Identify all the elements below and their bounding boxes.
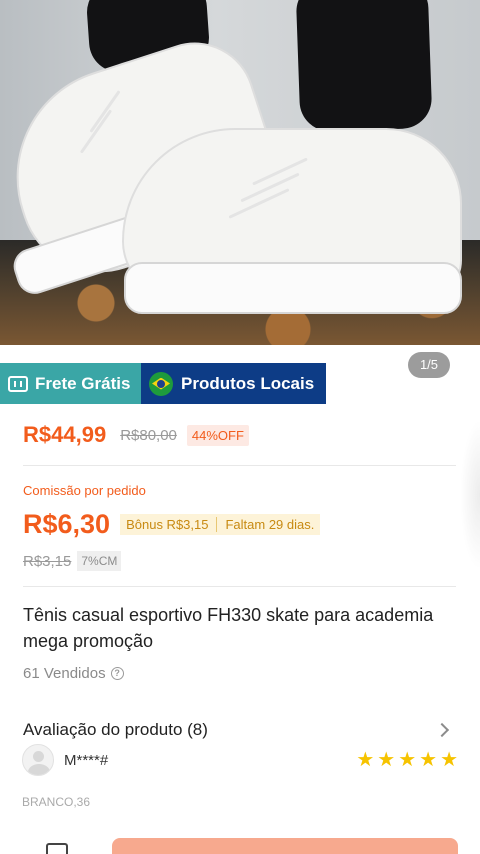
chevron-right-icon [434, 722, 450, 738]
image-counter: 1/5 [408, 352, 450, 378]
original-price: R$80,00 [120, 426, 177, 444]
star-icon: ★ [398, 749, 417, 771]
star-icon: ★ [440, 749, 458, 771]
truck-icon [8, 375, 28, 392]
review-variant: BRANCO,36 [22, 795, 91, 809]
free-shipping-badge: Frete Grátis [0, 363, 141, 404]
product-title: Tênis casual esportivo FH330 skate para … [23, 605, 434, 651]
commission-amount: R$6,30 [23, 509, 111, 539]
avatar [22, 744, 54, 776]
primary-action-button[interactable] [112, 838, 458, 854]
current-price: R$44,99 [23, 422, 107, 447]
local-products-badge: Produtos Locais [141, 363, 326, 404]
reviews-title: Avaliação do produto (8) [23, 720, 208, 739]
local-products-label: Produtos Locais [181, 373, 315, 393]
store-icon[interactable] [46, 843, 68, 854]
badge-bar: Frete Grátis Produtos Locais [0, 363, 326, 404]
reviews-header[interactable]: Avaliação do produto (8) [23, 720, 453, 740]
bonus-badge: Bônus R$3,15 Faltam 29 dias. [120, 514, 321, 535]
bonus-deadline: Faltam 29 dias. [225, 517, 315, 532]
sold-count: 61 Vendidos ? [23, 665, 124, 682]
right-sneaker-sole [124, 262, 462, 314]
screen-glare [460, 420, 480, 570]
discount-badge: 44%OFF [186, 424, 249, 446]
reviewer-name: M****# [64, 751, 109, 769]
product-image[interactable] [0, 0, 480, 345]
star-icon: ★ [356, 749, 375, 771]
commission-original-row: R$3,15 7%CM [23, 551, 122, 571]
bonus-separator [216, 517, 218, 532]
brazil-flag-icon [149, 371, 173, 396]
commission-original-amount: R$3,15 [23, 552, 72, 570]
divider [23, 465, 456, 466]
commission-rate-tag: 7%CM [77, 551, 122, 571]
star-icon: ★ [419, 749, 438, 771]
price-row: R$44,99 R$80,00 44%OFF [23, 422, 249, 448]
right-leg [295, 0, 433, 133]
divider [23, 586, 456, 587]
sold-count-label: 61 Vendidos [23, 665, 106, 682]
commission-row: R$6,30 Bônus R$3,15 Faltam 29 dias. [23, 509, 321, 540]
info-icon[interactable]: ? [110, 667, 124, 680]
commission-label: Comissão por pedido [23, 483, 146, 498]
rating-stars: ★ ★ ★ ★ ★ [356, 750, 458, 770]
review-item: M****# ★ ★ ★ ★ ★ [22, 744, 458, 776]
star-icon: ★ [377, 749, 396, 771]
bonus-amount: Bônus R$3,15 [126, 517, 209, 532]
free-shipping-label: Frete Grátis [35, 373, 131, 393]
